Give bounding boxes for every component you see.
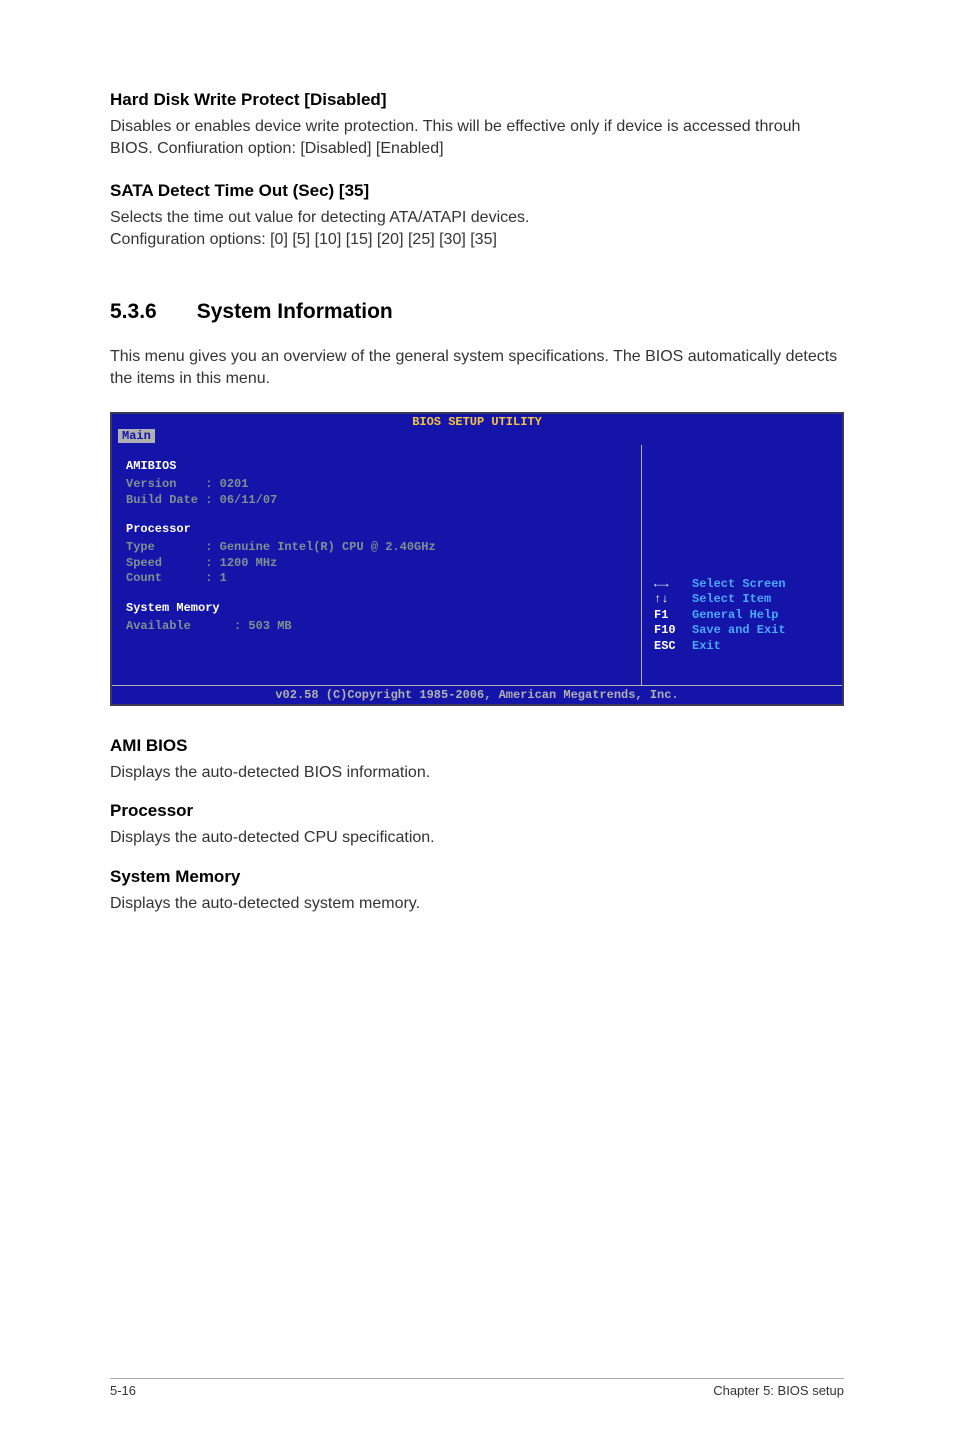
bios-left-pane: AMIBIOS Version : 0201 Build Date : 06/1…: [112, 445, 642, 685]
para-processor: Displays the auto-detected CPU specifica…: [110, 827, 844, 849]
bios-help-label: Select Screen: [692, 577, 786, 593]
bios-row-available: Available : 503 MB: [126, 619, 627, 635]
key-f1: F1: [654, 608, 682, 624]
page-footer: 5-16 Chapter 5: BIOS setup: [110, 1378, 844, 1398]
arrows-ud-icon: ↑↓: [654, 592, 682, 608]
bios-help-label: Save and Exit: [692, 623, 786, 639]
bios-help-save-exit: F10 Save and Exit: [654, 623, 830, 639]
heading-ami-bios: AMI BIOS: [110, 736, 844, 756]
para-system-memory: Displays the auto-detected system memory…: [110, 893, 844, 915]
key-esc: ESC: [654, 639, 682, 655]
para-sata-detect-2: Configuration options: [0] [5] [10] [15]…: [110, 229, 844, 251]
bios-cat-amibios: AMIBIOS: [126, 459, 627, 473]
heading-hard-disk-write-protect: Hard Disk Write Protect [Disabled]: [110, 90, 844, 110]
heading-processor: Processor: [110, 801, 844, 821]
bios-row-version: Version : 0201: [126, 477, 627, 493]
bios-help-label: Exit: [692, 639, 721, 655]
bios-tab-main[interactable]: Main: [118, 429, 155, 443]
heading-system-information: 5.3.6 System Information: [110, 300, 844, 324]
spacer: [126, 587, 627, 597]
chapter-label: Chapter 5: BIOS setup: [713, 1383, 844, 1398]
bios-help-general: F1 General Help: [654, 608, 830, 624]
bios-help-select-screen: ←→ Select Screen: [654, 577, 830, 593]
bios-help-label: General Help: [692, 608, 778, 624]
spacer: [126, 508, 627, 518]
bios-row-builddate: Build Date : 06/11/07: [126, 493, 627, 509]
heading-number: 5.3.6: [110, 300, 157, 324]
para-hard-disk-write-protect: Disables or enables device write protect…: [110, 116, 844, 159]
arrows-lr-icon: ←→: [654, 577, 682, 593]
para-system-information: This menu gives you an overview of the g…: [110, 346, 844, 389]
bios-title: BIOS SETUP UTILITY: [112, 414, 842, 429]
bios-help-select-item: ↑↓ Select Item: [654, 592, 830, 608]
bios-cat-processor: Processor: [126, 522, 627, 536]
bios-row-type: Type : Genuine Intel(R) CPU @ 2.40GHz: [126, 540, 627, 556]
bios-body: AMIBIOS Version : 0201 Build Date : 06/1…: [112, 445, 842, 685]
heading-title: System Information: [197, 300, 393, 323]
bios-right-pane: ←→ Select Screen ↑↓ Select Item F1 Gener…: [642, 445, 842, 685]
bios-help-label: Select Item: [692, 592, 771, 608]
key-f10: F10: [654, 623, 682, 639]
heading-system-memory: System Memory: [110, 867, 844, 887]
bios-panel: BIOS SETUP UTILITY Main AMIBIOS Version …: [110, 412, 844, 706]
spacer: [654, 655, 830, 675]
bios-cat-sysmem: System Memory: [126, 601, 627, 615]
bios-help-exit: ESC Exit: [654, 639, 830, 655]
bios-row-count: Count : 1: [126, 571, 627, 587]
page-number: 5-16: [110, 1383, 136, 1398]
bios-row-speed: Speed : 1200 MHz: [126, 556, 627, 572]
bios-tab-row: Main: [112, 429, 842, 445]
spacer: [126, 635, 627, 675]
para-sata-detect-1: Selects the time out value for detecting…: [110, 207, 844, 229]
bios-footer: v02.58 (C)Copyright 1985-2006, American …: [112, 685, 842, 704]
para-ami-bios: Displays the auto-detected BIOS informat…: [110, 762, 844, 784]
heading-sata-detect-timeout: SATA Detect Time Out (Sec) [35]: [110, 181, 844, 201]
